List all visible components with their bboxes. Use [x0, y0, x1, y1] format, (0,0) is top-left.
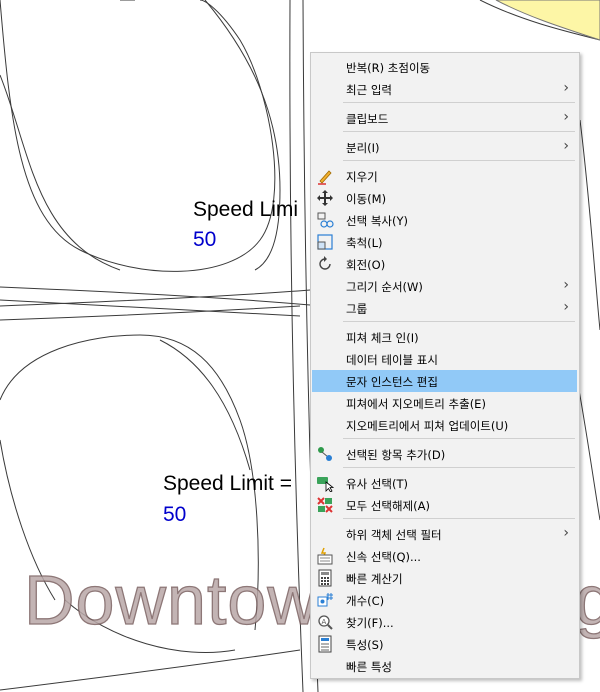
menu-item-add-selected[interactable]: 선택된 항목 추가(D) — [312, 443, 577, 465]
menu-item-label: 빠른 계산기 — [346, 572, 403, 586]
menu-item-label: 특성(S) — [346, 638, 384, 652]
move-icon — [317, 190, 333, 206]
rotate-icon — [319, 256, 331, 270]
menu-item-label: 모두 선택해제(A) — [346, 499, 430, 513]
submenu-arrow-icon: › — [563, 109, 569, 125]
select-similar-icon — [317, 477, 334, 492]
add-selected-icon — [318, 447, 332, 461]
menu-item-label: 이동(M) — [346, 192, 387, 206]
menu-item-draw-order[interactable]: 그리기 순서(W) › — [312, 275, 577, 297]
menu-item-label: 클립보드 — [346, 112, 389, 126]
menu-item-label: 지오메트리에서 피쳐 업데이트(U) — [346, 419, 509, 433]
submenu-arrow-icon: › — [563, 525, 569, 541]
menu-item-label: 빠른 특성 — [346, 660, 392, 674]
map-value-speed-limit-bottom: 50 — [163, 503, 187, 526]
menu-separator — [343, 467, 575, 468]
menu-item-label: 유사 선택(T) — [346, 477, 408, 491]
map-watermark-text: Downtown — [23, 560, 359, 639]
menu-item-move[interactable]: 이동(M) — [312, 187, 577, 209]
menu-item-deselect-all[interactable]: 모두 선택해제(A) — [312, 494, 577, 516]
submenu-arrow-icon: › — [563, 80, 569, 96]
menu-item-scale[interactable]: 축척(L) — [312, 231, 577, 253]
menu-item-label: 최근 입력 — [346, 83, 392, 97]
menu-item-label: 개수(C) — [346, 594, 385, 608]
submenu-arrow-icon: › — [563, 299, 569, 315]
menu-item-subobject-filter[interactable]: 하위 객체 선택 필터 › — [312, 523, 577, 545]
map-value-speed-limit-top: 50 — [193, 228, 217, 251]
menu-item-edit-text-instance[interactable]: 문자 인스턴스 편집 — [312, 370, 577, 392]
submenu-arrow-icon: › — [563, 138, 569, 154]
menu-item-label: 피쳐에서 지오메트리 추출(E) — [346, 397, 486, 411]
submenu-arrow-icon: › — [563, 277, 569, 293]
menu-item-label: 지우기 — [346, 170, 378, 184]
menu-item-count[interactable]: 개수(C) — [312, 589, 577, 611]
map-label-speed-limit-top: Speed Limi — [193, 198, 299, 221]
menu-separator — [343, 131, 575, 132]
menu-item-label: 선택된 항목 추가(D) — [346, 448, 446, 462]
menu-item-update-feature[interactable]: 지오메트리에서 피쳐 업데이트(U) — [312, 414, 577, 436]
menu-item-properties[interactable]: 특성(S) — [312, 633, 577, 655]
menu-item-label: 피쳐 체크 인(I) — [346, 331, 419, 345]
menu-item-clipboard[interactable]: 클립보드 › — [312, 107, 577, 129]
menu-item-quick-properties[interactable]: 빠른 특성 — [312, 655, 577, 677]
copy-icon — [317, 212, 334, 228]
menu-item-label: 축척(L) — [346, 236, 383, 250]
find-icon: A — [318, 615, 333, 630]
svg-text:A: A — [322, 618, 327, 626]
menu-item-label: 찾기(F)... — [346, 616, 394, 630]
menu-item-group[interactable]: 그룹 › — [312, 297, 577, 319]
menu-item-select-similar[interactable]: 유사 선택(T) — [312, 472, 577, 494]
menu-item-label: 신속 선택(Q)... — [346, 550, 421, 564]
menu-item-show-data-table[interactable]: 데이터 테이블 표시 — [312, 348, 577, 370]
menu-item-label: 문자 인스턴스 편집 — [346, 375, 438, 389]
map-label-speed-limit-bottom: Speed Limit = — [163, 472, 292, 495]
menu-item-quick-calculator[interactable]: 빠른 계산기 — [312, 567, 577, 589]
menu-item-label: 그룹 — [346, 302, 368, 316]
menu-separator — [343, 160, 575, 161]
menu-separator — [343, 102, 575, 103]
menu-item-quick-select[interactable]: 신속 선택(Q)... — [312, 545, 577, 567]
menu-separator — [343, 321, 575, 322]
properties-icon — [318, 635, 332, 653]
menu-separator — [343, 438, 575, 439]
calculator-icon — [318, 569, 332, 587]
menu-item-feature-check-in[interactable]: 피쳐 체크 인(I) — [312, 326, 577, 348]
deselect-all-icon — [317, 497, 333, 513]
menu-item-rotate[interactable]: 회전(O) — [312, 253, 577, 275]
eraser-icon — [318, 170, 332, 185]
quick-select-icon — [317, 547, 333, 565]
menu-item-label: 하위 객체 선택 필터 — [346, 528, 442, 542]
menu-item-label: 그리기 순서(W) — [346, 280, 423, 294]
menu-separator — [343, 518, 575, 519]
menu-item-repeat-zoom[interactable]: 반복(R) 초점이동 — [312, 56, 577, 78]
context-menu: 반복(R) 초점이동 최근 입력 › 클립보드 › 분리(I) › 지우기 이동(M)… — [310, 52, 580, 679]
menu-item-label: 분리(I) — [346, 141, 380, 155]
menu-item-erase[interactable]: 지우기 — [312, 165, 577, 187]
menu-item-recent-input[interactable]: 최근 입력 › — [312, 78, 577, 100]
menu-item-label: 회전(O) — [346, 258, 386, 272]
menu-item-label: 반복(R) 초점이동 — [346, 61, 431, 75]
menu-item-copy-selection[interactable]: 선택 복사(Y) — [312, 209, 577, 231]
scale-icon — [317, 234, 333, 250]
menu-item-label: 선택 복사(Y) — [346, 214, 408, 228]
menu-item-label: 데이터 테이블 표시 — [346, 353, 438, 367]
count-icon — [317, 593, 333, 607]
menu-item-find[interactable]: A 찾기(F)... — [312, 611, 577, 633]
menu-item-isolate[interactable]: 분리(I) › — [312, 136, 577, 158]
menu-item-extract-geometry[interactable]: 피쳐에서 지오메트리 추출(E) — [312, 392, 577, 414]
